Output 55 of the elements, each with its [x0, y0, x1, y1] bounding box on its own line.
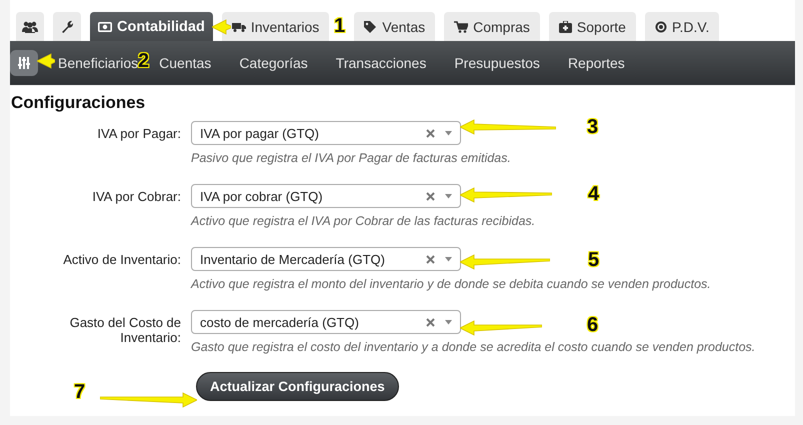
caret-icon: [445, 194, 452, 198]
section-title: Configuraciones: [11, 93, 146, 113]
settings-button[interactable]: [10, 50, 38, 76]
help-text: Activo que registra el IVA por Cobrar de las facturas recibidas.: [191, 214, 536, 228]
disc-icon: [654, 20, 667, 32]
callout-number: 1: [334, 15, 346, 37]
update-button[interactable]: Actualizar Configuraciones: [196, 372, 399, 401]
caret-icon: [445, 256, 452, 262]
clear-icon[interactable]: [426, 192, 435, 200]
tag-icon: [364, 20, 378, 32]
truck-icon: [232, 22, 246, 32]
tab[interactable]: Ventas: [354, 12, 436, 41]
tab[interactable]: Contabilidad: [90, 12, 213, 41]
help-text: Activo que registra el monto del inventario y de donde se debita cuando se venden productos.: [191, 277, 712, 291]
nav-link[interactable]: Cuentas: [159, 55, 212, 71]
select-field[interactable]: costo de mercadería (GTQ): [191, 310, 461, 334]
help-text: Gasto que registra el costo del inventario y a donde se acredita el costo cuando se venden productos.: [191, 340, 756, 354]
tab[interactable]: P.D.V.: [644, 12, 720, 41]
callout-arrow: [37, 53, 55, 69]
nav-link[interactable]: Beneficiarios: [58, 55, 138, 71]
callout-number: 2: [138, 50, 150, 72]
select-field[interactable]: IVA por pagar (GTQ): [191, 121, 461, 145]
people-icon: [22, 20, 38, 32]
callout-arrow: [212, 19, 231, 35]
cart-icon: [454, 20, 468, 32]
nav-link[interactable]: Presupuestos: [454, 55, 540, 71]
tab[interactable]: Inventarios: [222, 12, 330, 41]
wrench-icon: [61, 20, 73, 33]
callout-number: 7: [74, 381, 86, 403]
select-field[interactable]: IVA por cobrar (GTQ): [191, 184, 461, 208]
clear-icon[interactable]: [426, 254, 435, 264]
tab[interactable]: Soporte: [548, 12, 636, 41]
nav-link[interactable]: Categorías: [239, 55, 308, 71]
tab[interactable]: Compras: [444, 12, 540, 41]
select-field[interactable]: Inventario de Mercadería (GTQ): [191, 247, 461, 271]
caret-icon: [445, 320, 452, 324]
callout-number: 5: [588, 249, 600, 271]
tab[interactable]: [16, 12, 44, 41]
field-label: IVA por Pagar:: [96, 125, 181, 143]
sliders-icon: [18, 57, 30, 69]
field-label: Activo de Inventario:: [62, 251, 181, 269]
help-text: Pasivo que registra el IVA por Pagar de facturas emitidas.: [191, 151, 512, 165]
callout-number: 4: [588, 183, 600, 205]
caret-icon: [445, 130, 452, 136]
banknote-icon: [98, 22, 112, 32]
field-label: Gasto del Costo de Inventario:: [68, 314, 181, 347]
medkit-icon: [558, 20, 572, 32]
tab[interactable]: [53, 12, 81, 41]
clear-icon[interactable]: [426, 318, 435, 326]
clear-icon[interactable]: [426, 128, 435, 138]
callout-number: 6: [587, 314, 598, 336]
nav-link[interactable]: Reportes: [568, 55, 625, 71]
callout-number: 3: [587, 116, 598, 138]
nav-link[interactable]: Transacciones: [336, 55, 426, 71]
field-label: IVA por Cobrar:: [91, 188, 181, 206]
